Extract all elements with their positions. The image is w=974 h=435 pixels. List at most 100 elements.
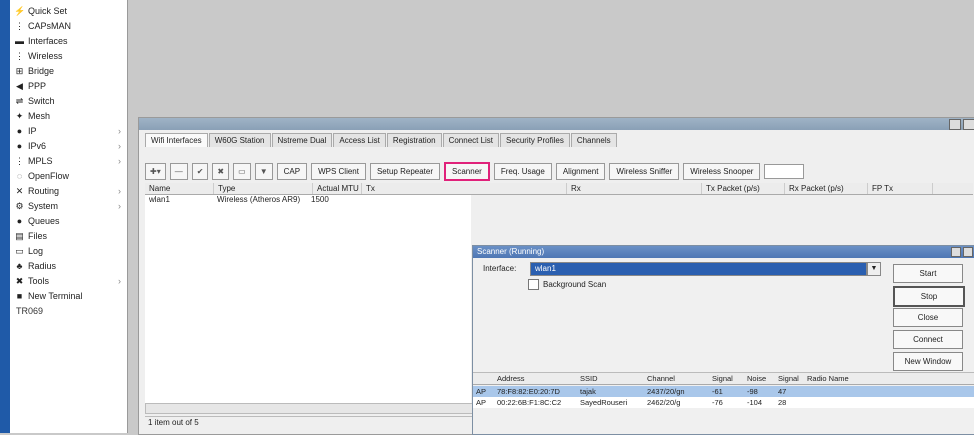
tab-connect-list[interactable]: Connect List	[442, 133, 500, 147]
sidebar-item-wireless[interactable]: ⋮ Wireless	[10, 49, 127, 64]
sidebar-item-mpls[interactable]: ⋮ MPLS ›	[10, 154, 127, 169]
column-header[interactable]: Tx Packet (p/s)	[702, 183, 785, 194]
ip-icon: ●	[16, 126, 23, 136]
connect-button[interactable]: Connect	[893, 330, 963, 349]
sidebar-item-label: Routing	[28, 186, 60, 196]
wps-client-button[interactable]: WPS Client	[311, 163, 366, 180]
sidebar-item-bridge[interactable]: ⊞ Bridge	[10, 64, 127, 79]
table-cell: 2437/20/gn	[647, 387, 685, 396]
background-scan-option[interactable]: Background Scan	[528, 279, 606, 290]
table-cell	[804, 397, 867, 408]
column-header[interactable]	[473, 373, 494, 384]
sidebar-item-radius[interactable]: ♣ Radius	[10, 259, 127, 274]
mpls-icon: ⋮	[15, 156, 24, 166]
cap-button[interactable]: CAP	[276, 163, 308, 180]
close-button[interactable]: Close	[893, 308, 963, 327]
sidebar-item-interfaces[interactable]: ▬ Interfaces	[10, 34, 127, 49]
enable-icon[interactable]: ✔	[191, 163, 209, 180]
column-header[interactable]: Actual MTU	[313, 183, 362, 194]
sidebar-item-capsman[interactable]: ⋮ CAPsMAN	[10, 19, 127, 34]
column-header[interactable]: Name	[145, 183, 214, 194]
column-header[interactable]: Rx Packet (p/s)	[785, 183, 868, 194]
table-row[interactable]: wlan1 Wireless (Atheros AR9) 1500	[145, 195, 351, 204]
wireless-sniffer-button[interactable]: Wireless Sniffer	[609, 163, 680, 180]
background-scan-checkbox[interactable]	[528, 279, 539, 290]
setup-repeater-button[interactable]: Setup Repeater	[369, 163, 441, 180]
sidebar-item-openflow[interactable]: ◌ OpenFlow	[10, 169, 127, 184]
tab-w60g-station[interactable]: W60G Station	[208, 133, 271, 147]
add-icon[interactable]: ✚▾	[145, 163, 166, 180]
sidebar-item-files[interactable]: ▤ Files	[10, 229, 127, 244]
sidebar-item-label: Log	[28, 246, 44, 256]
sidebar-item-label: Mesh	[28, 111, 51, 121]
sidebar-item-system[interactable]: ⚙ System ›	[10, 199, 127, 214]
column-header[interactable]: Signal	[775, 373, 804, 384]
interface-select[interactable]: wlan1	[530, 262, 867, 276]
tab-access-list[interactable]: Access List	[333, 133, 386, 147]
system-icon: ⚙	[15, 201, 24, 211]
tab-nstreme-dual[interactable]: Nstreme Dual	[271, 133, 333, 147]
window-controls	[947, 119, 974, 132]
start-button[interactable]: Start	[893, 264, 963, 283]
disable-icon[interactable]: ✖	[212, 163, 230, 180]
column-header[interactable]: Address	[494, 373, 577, 384]
window-tabs: Wifi Interfaces W60G Station Nstreme Dual A…	[145, 133, 618, 147]
sidebar-item-tools[interactable]: ✖ Tools ›	[10, 274, 127, 289]
column-header[interactable]: Noise	[744, 373, 775, 384]
freq-usage-button[interactable]: Freq. Usage	[493, 163, 552, 180]
column-header[interactable]: SSID	[577, 373, 644, 384]
sidebar-item-ipv6[interactable]: ● IPv6 ›	[10, 139, 127, 154]
sidebar-item-ppp[interactable]: ◀ PPP	[10, 79, 127, 94]
bridge-icon: ⊞	[15, 66, 24, 76]
column-header[interactable]: FP Tx	[868, 183, 933, 194]
column-header[interactable]: Type	[214, 183, 313, 194]
chevron-right-icon: ›	[118, 186, 121, 196]
column-header[interactable]: Channel	[644, 373, 709, 384]
table-row[interactable]: AP 78:F8:82:E0:20:7D tajak 2437/20/gn -61 -98…	[473, 386, 974, 397]
column-header[interactable]: Signal	[709, 373, 744, 384]
scanner-button[interactable]: Scanner	[444, 162, 490, 181]
sidebar-item-routing[interactable]: ✕ Routing ›	[10, 184, 127, 199]
close-icon[interactable]	[963, 119, 974, 130]
maximize-icon[interactable]	[951, 247, 961, 257]
find-input[interactable]	[764, 164, 805, 179]
chevron-down-icon[interactable]: ▼	[867, 262, 881, 276]
chevron-right-icon: ›	[118, 141, 121, 151]
sidebar-item-queues[interactable]: ● Queues	[10, 214, 127, 229]
column-header[interactable]: Tx	[362, 183, 567, 194]
stop-button[interactable]: Stop	[893, 286, 965, 307]
sidebar-item-new-terminal[interactable]: ■ New Terminal	[10, 289, 127, 304]
sidebar-item-switch[interactable]: ⇌ Switch	[10, 94, 127, 109]
sidebar-item-mesh[interactable]: ✦ Mesh	[10, 109, 127, 124]
window-title-bar[interactable]	[139, 118, 974, 130]
sidebar-item-label: CAPsMAN	[28, 21, 72, 31]
sidebar: ⚡ Quick Set ⋮ CAPsMAN ▬ Interfaces ⋮ Wireless ⊞ B…	[0, 0, 128, 433]
remove-icon[interactable]: —	[169, 163, 188, 180]
wireless-snooper-button[interactable]: Wireless Snooper	[683, 163, 761, 180]
scan-results-header: Address SSID Channel Signal Noise Signal Radio…	[473, 372, 974, 385]
horizontal-scrollbar[interactable]	[145, 403, 473, 414]
tab-security-profiles[interactable]: Security Profiles	[500, 133, 570, 147]
tab-registration[interactable]: Registration	[386, 133, 442, 147]
interface-label: Interface:	[483, 264, 517, 273]
sidebar-item-label: Quick Set	[28, 6, 68, 16]
scanner-window-controls	[949, 247, 973, 259]
sidebar-item-quick-set[interactable]: ⚡ Quick Set	[10, 4, 127, 19]
column-header[interactable]: Rx	[567, 183, 702, 194]
alignment-button[interactable]: Alignment	[555, 163, 606, 180]
sidebar-item-ip[interactable]: ● IP ›	[10, 124, 127, 139]
column-header[interactable]: Radio Name	[804, 373, 867, 384]
sidebar-item-log[interactable]: ▭ Log	[10, 244, 127, 259]
table-row[interactable]: AP 00:22:6B:F1:8C:C2 SayedRouseri 2462/20/g…	[473, 397, 974, 408]
new-window-button[interactable]: New Window	[893, 352, 963, 371]
filter-icon[interactable]: ▼	[254, 163, 273, 180]
window-toolbar: ✚▾ — ✔ ✖ ▭ ▼ CAP WPS Client Setup Repeater…	[145, 162, 805, 181]
scanner-title[interactable]: Scanner (Running)	[473, 246, 974, 258]
close-icon[interactable]	[963, 247, 973, 257]
sidebar-item-label: PPP	[28, 81, 47, 91]
maximize-icon[interactable]	[949, 119, 961, 130]
tab-wifi-interfaces[interactable]: Wifi Interfaces	[145, 133, 208, 147]
tab-channels[interactable]: Channels	[570, 133, 617, 147]
chevron-right-icon: ›	[118, 276, 121, 286]
comment-icon[interactable]: ▭	[233, 163, 251, 180]
